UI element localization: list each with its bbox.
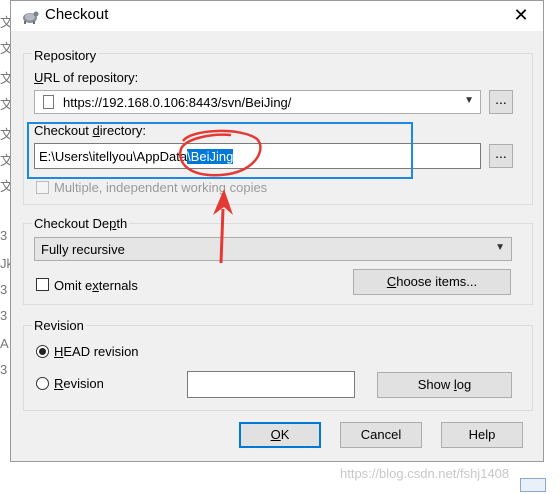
checkout-dialog: Checkout ✕ Repository URL of repository:… <box>10 0 544 462</box>
close-icon: ✕ <box>513 5 529 25</box>
url-label: URL of repository: <box>34 70 139 85</box>
ok-label: OK <box>270 427 290 442</box>
repository-legend: Repository <box>32 48 99 63</box>
show-log-button[interactable]: Show log <box>377 372 512 398</box>
show-log-label: Show log <box>417 377 472 392</box>
browse-dir-button[interactable]: ... <box>489 144 513 168</box>
annotation-red-marks <box>179 129 262 264</box>
url-value: https://192.168.0.106:8443/svn/BeiJing/ <box>63 95 292 110</box>
annotation-arrow-shaft <box>219 208 225 264</box>
depth-select[interactable]: Fully recursive ▼ <box>34 237 512 261</box>
annotation-circle <box>179 129 262 177</box>
ok-button[interactable]: OK <box>239 422 321 448</box>
taskbar-icon <box>520 478 546 492</box>
omit-externals-checkbox[interactable] <box>36 278 49 291</box>
revision-legend: Revision <box>32 318 86 333</box>
revision-label: Revision <box>54 376 104 391</box>
browse-dir-label: ... <box>495 145 507 161</box>
tortoise-icon <box>23 11 39 24</box>
cancel-label: Cancel <box>360 427 402 442</box>
radio-dot <box>39 348 46 355</box>
window-title: Checkout <box>45 6 109 23</box>
depth-legend: Checkout Depth <box>32 216 130 231</box>
title-bar[interactable]: Checkout ✕ <box>11 1 543 31</box>
head-revision-label: HEAD revision <box>54 344 139 359</box>
chevron-down-icon[interactable]: ▼ <box>464 95 474 106</box>
revision-group <box>23 325 533 411</box>
choose-items-button[interactable]: Choose items... <box>353 269 511 295</box>
close-button[interactable]: ✕ <box>499 1 543 31</box>
document-icon <box>43 95 54 109</box>
revision-radio[interactable] <box>36 377 49 390</box>
multiple-copies-checkbox[interactable] <box>36 181 49 194</box>
cancel-button[interactable]: Cancel <box>340 422 422 448</box>
browse-url-label: ... <box>495 91 507 107</box>
depth-value: Fully recursive <box>41 242 125 257</box>
help-button[interactable]: Help <box>441 422 523 448</box>
omit-externals-label: Omit externals <box>54 278 138 293</box>
url-combobox[interactable]: https://192.168.0.106:8443/svn/BeiJing/ … <box>34 90 481 114</box>
choose-items-label: Choose items... <box>386 274 478 289</box>
revision-input[interactable] <box>187 371 355 398</box>
help-label: Help <box>468 427 496 442</box>
browse-url-button[interactable]: ... <box>489 90 513 114</box>
head-revision-radio[interactable] <box>36 345 49 358</box>
watermark: https://blog.csdn.net/fshj1408 <box>340 466 510 481</box>
chevron-down-icon[interactable]: ▼ <box>495 242 505 253</box>
